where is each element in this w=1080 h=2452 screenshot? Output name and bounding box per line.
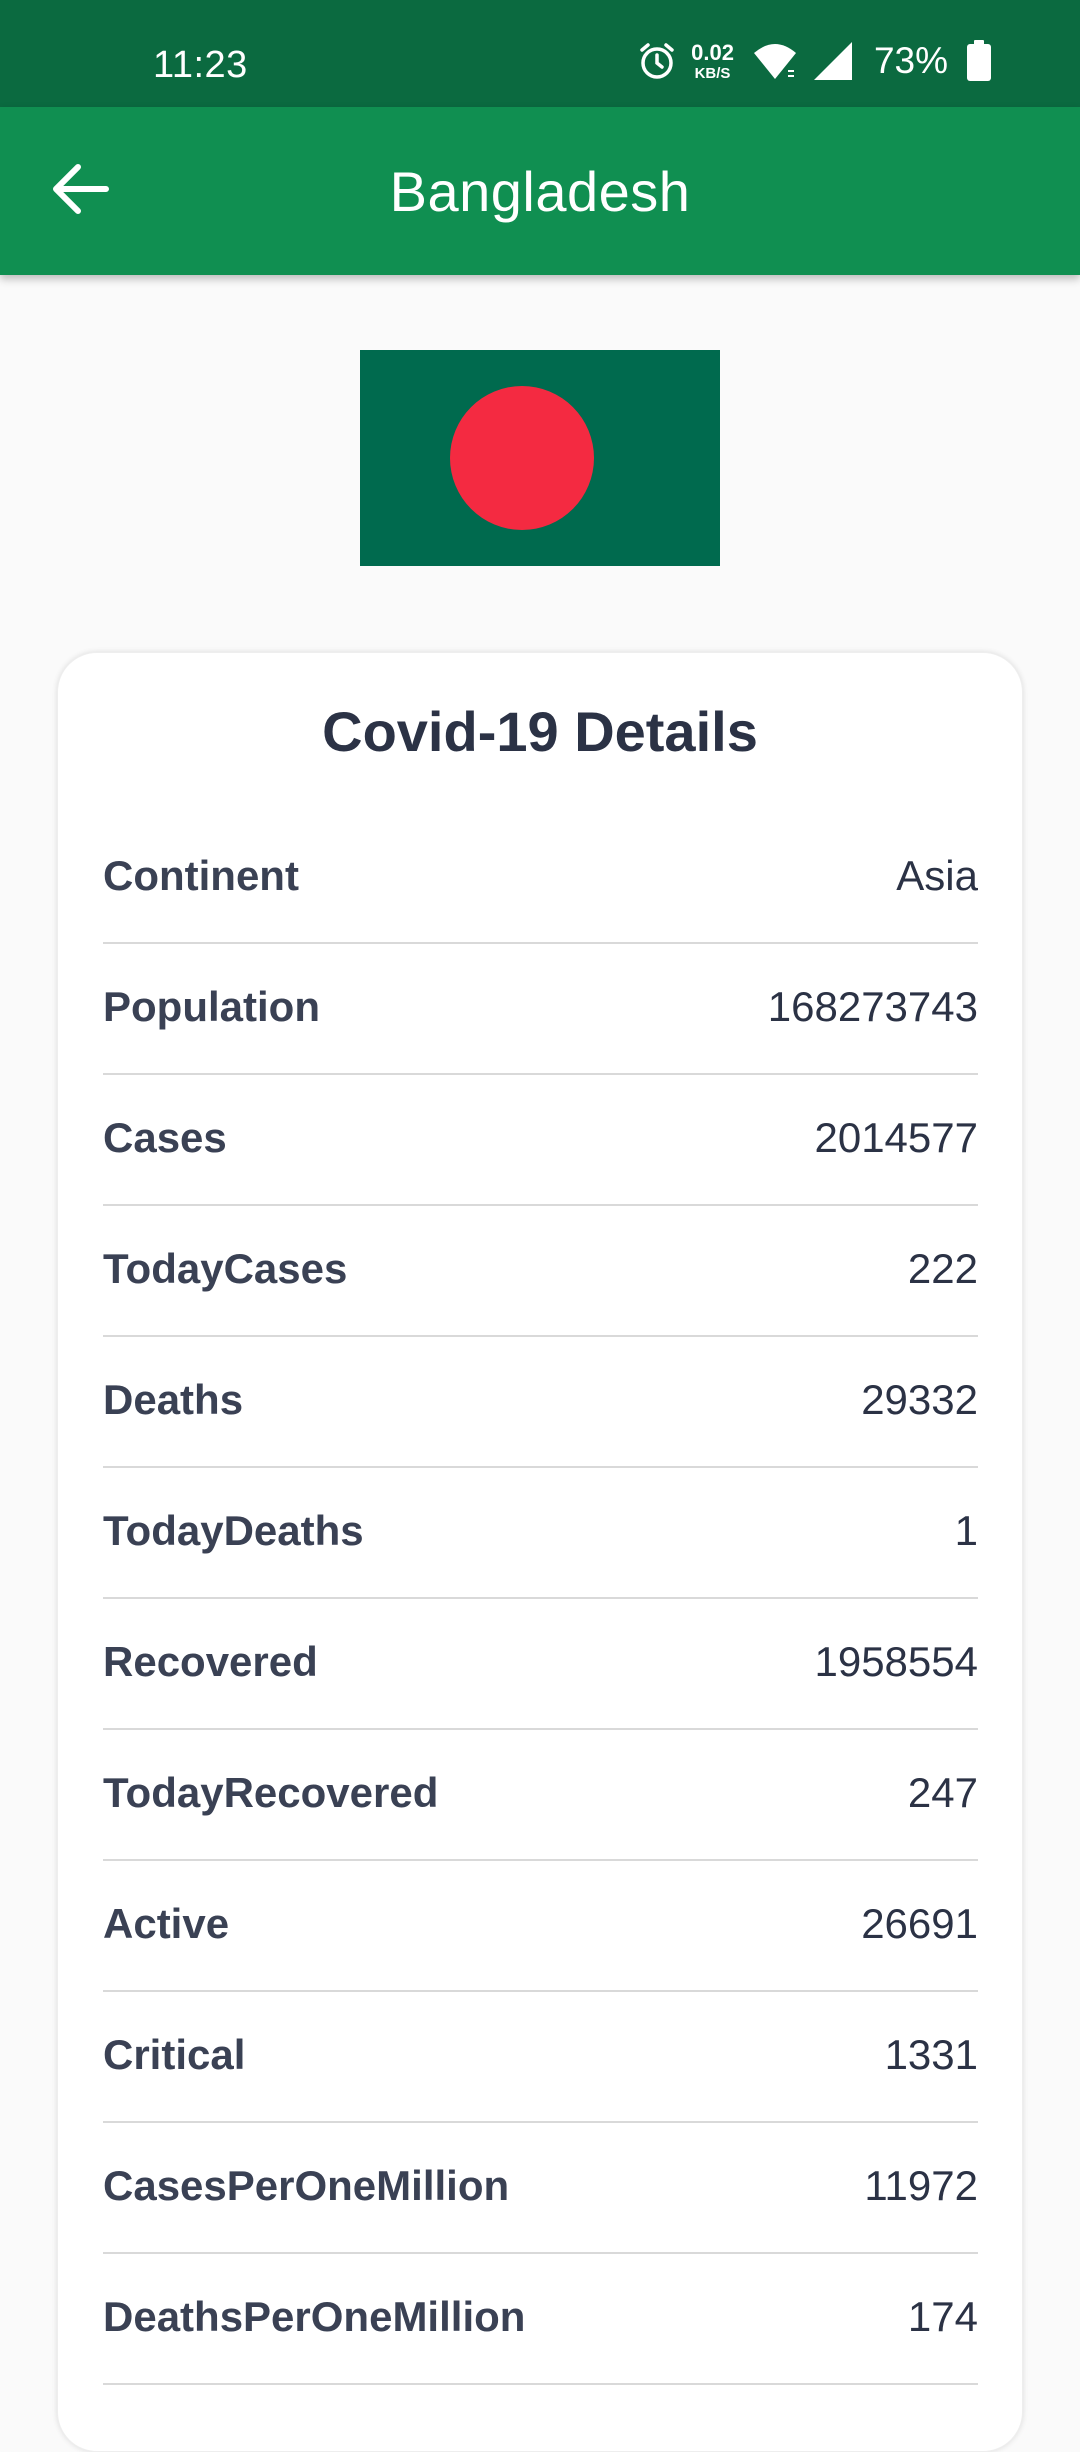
detail-row-critical: Critical 1331	[103, 1992, 978, 2123]
detail-value: 222	[907, 1244, 978, 1292]
detail-row-deaths: Deaths 29332	[103, 1337, 978, 1468]
detail-row-recovered: Recovered 1958554	[103, 1599, 978, 1730]
detail-label: TodayRecovered	[103, 1768, 439, 1816]
detail-value: 1	[954, 1506, 978, 1554]
battery-percent: 73%	[873, 40, 948, 81]
detail-value: 26691	[861, 1899, 978, 1947]
details-list: Continent Asia Population 168273743 Case…	[103, 813, 978, 2385]
detail-label: DeathsPerOneMillion	[103, 2292, 526, 2340]
detail-row-today-deaths: TodayDeaths 1	[103, 1468, 978, 1599]
page-title: Bangladesh	[389, 160, 691, 223]
alarm-icon	[637, 41, 677, 81]
cellular-signal-icon	[812, 40, 854, 82]
detail-label: CasesPerOneMillion	[103, 2161, 510, 2209]
detail-row-today-recovered: TodayRecovered 247	[103, 1730, 978, 1861]
detail-label: Deaths	[103, 1375, 244, 1423]
detail-value: 174	[907, 2292, 978, 2340]
detail-value: 168273743	[767, 982, 978, 1030]
detail-label: Active	[103, 1899, 230, 1947]
detail-label: Critical	[103, 2030, 246, 2078]
detail-row-deaths-per-million: DeathsPerOneMillion 174	[103, 2254, 978, 2385]
detail-row-cases-per-million: CasesPerOneMillion 11972	[103, 2123, 978, 2254]
detail-value: 1331	[884, 2030, 978, 2078]
status-time: 11:23	[153, 44, 248, 86]
detail-label: TodayCases	[103, 1244, 348, 1292]
status-bar: 11:23 0.02 KB/S 73%	[0, 0, 1080, 107]
network-speed: 0.02 KB/S	[691, 39, 734, 82]
detail-label: TodayDeaths	[103, 1506, 364, 1554]
detail-row-population: Population 168273743	[103, 944, 978, 1075]
detail-label: Continent	[103, 851, 299, 899]
detail-value: 1958554	[814, 1637, 978, 1685]
detail-label: Recovered	[103, 1637, 318, 1685]
detail-value: 2014577	[814, 1113, 978, 1161]
card-title: Covid-19 Details	[322, 700, 758, 763]
detail-row-today-cases: TodayCases 222	[103, 1206, 978, 1337]
detail-row-continent: Continent Asia	[103, 813, 978, 944]
detail-label: Cases	[103, 1113, 227, 1161]
status-icons: 0.02 KB/S 73%	[637, 36, 992, 86]
covid-details-card: Covid-19 Details Continent Asia Populati…	[57, 652, 1023, 2452]
battery-icon	[966, 40, 992, 82]
country-flag-image	[360, 350, 720, 566]
detail-value: 29332	[861, 1375, 978, 1423]
wifi-icon	[752, 41, 798, 81]
detail-value: 247	[907, 1768, 978, 1816]
network-speed-unit: KB/S	[694, 64, 731, 82]
detail-label: Population	[103, 982, 320, 1030]
detail-row-active: Active 26691	[103, 1861, 978, 1992]
detail-value: Asia	[896, 851, 978, 899]
detail-row-cases: Cases 2014577	[103, 1075, 978, 1206]
app-bar: Bangladesh	[0, 107, 1080, 275]
network-speed-value: 0.02	[691, 39, 734, 65]
detail-value: 11972	[864, 2161, 978, 2209]
